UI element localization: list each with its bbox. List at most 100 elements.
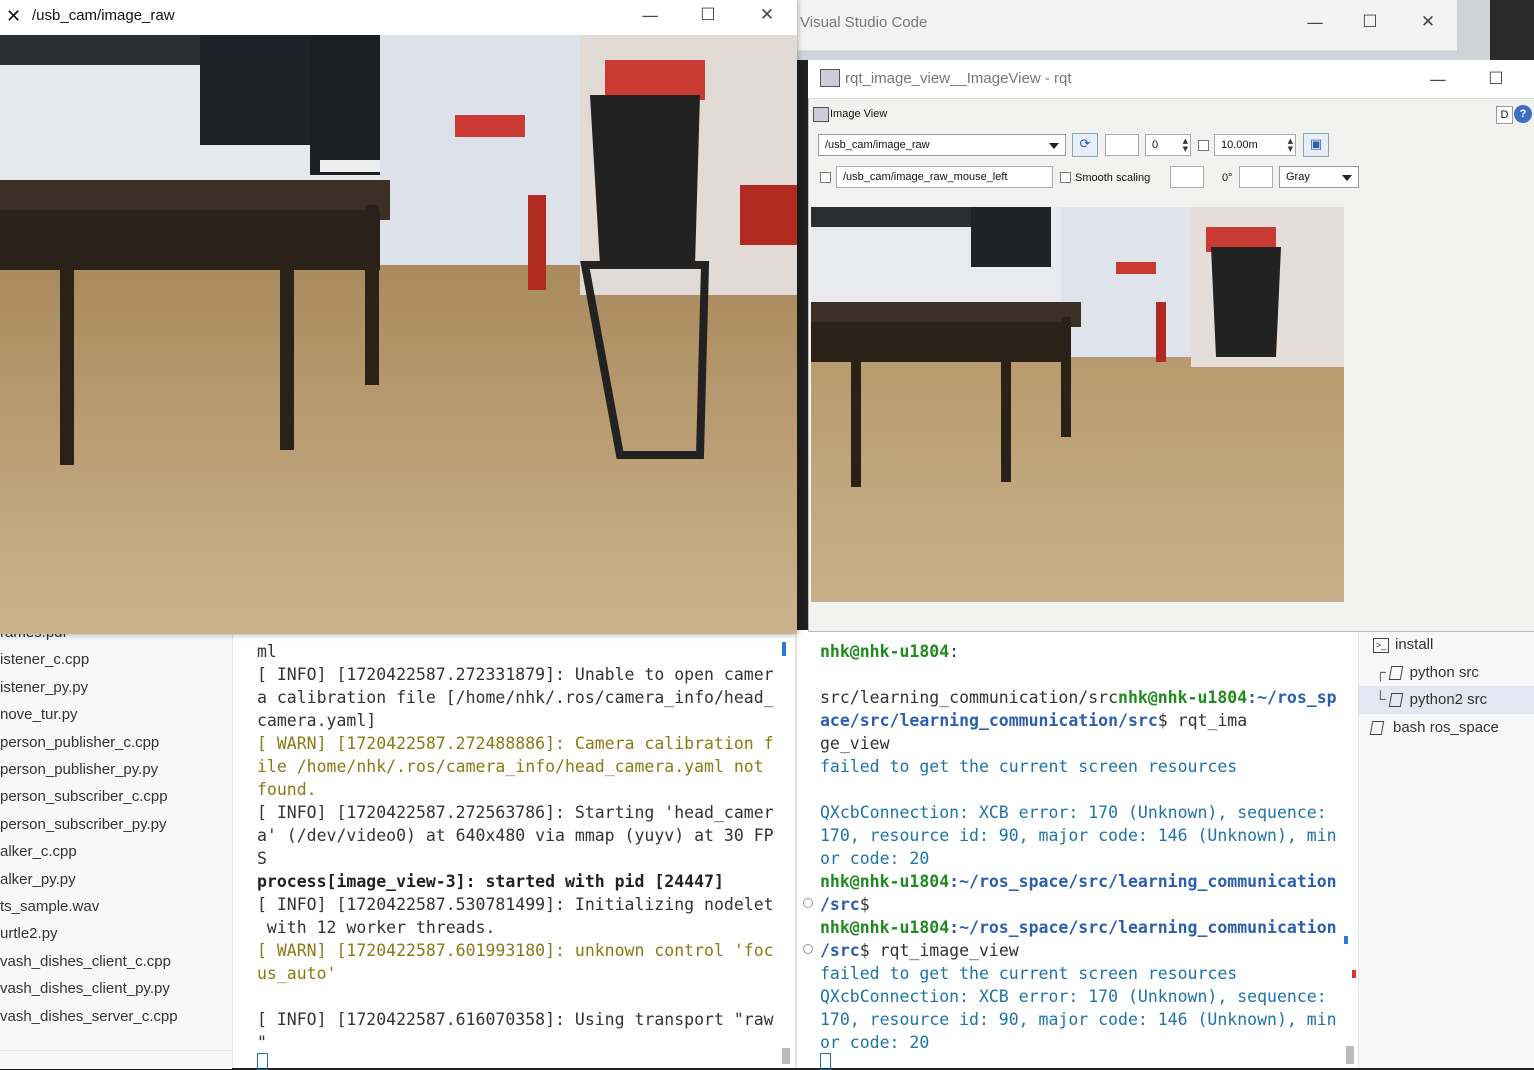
explorer-file-item[interactable]: urtle2.py — [0, 925, 58, 942]
dock-button[interactable]: D — [1496, 106, 1513, 124]
mouse-publish-checkbox[interactable] — [820, 172, 831, 183]
terminal-output-line: [ INFO] [1720422587.272563786]: Starting… — [257, 803, 774, 822]
command-text: $ rqt_image_view — [859, 941, 1019, 960]
refresh-button[interactable]: ⟳ — [1072, 133, 1098, 157]
chevron-down-icon — [1049, 143, 1059, 149]
explorer-file-item[interactable]: vash_dishes_client_c.cpp — [0, 953, 171, 970]
rqt-minimize-button[interactable]: — — [1418, 70, 1458, 90]
terminal-cursor — [257, 1053, 268, 1070]
prompt-path: :~/ros_space/src/learning_communication — [949, 872, 1337, 891]
prompt-sep: : — [949, 642, 960, 661]
terminal-output-line: a calibration file [/home/nhk/.ros/camer… — [257, 688, 774, 707]
output-line: 170, resource id: 90, major code: 146 (U… — [820, 1010, 1337, 1029]
terminal-icon: >_ — [1373, 637, 1389, 653]
decoration-circle-icon — [803, 898, 813, 908]
rqt-maximize-button[interactable]: ☐ — [1476, 69, 1516, 89]
refresh-icon: ⟳ — [1079, 137, 1091, 152]
output-line: failed to get the current screen resourc… — [820, 964, 1238, 983]
rotate-right-button[interactable] — [1239, 166, 1273, 188]
terminal-right-scrollbar[interactable] — [1346, 1046, 1354, 1064]
mouse-topic-value: /usb_cam/image_raw_mouse_left — [843, 171, 1008, 183]
x11-logo-icon: ✕ — [6, 6, 22, 27]
explorer-file-item[interactable]: vash_dishes_server_c.cpp — [0, 1008, 178, 1025]
explorer-file-item[interactable]: person_subscriber_c.cpp — [0, 788, 168, 805]
terminal-output-line: found. — [257, 780, 317, 799]
terminal-output-line: [ WARN] [1720422587.272488886]: Camera c… — [257, 734, 774, 753]
terminal-output-line: with 12 worker threads. — [257, 918, 496, 937]
blank-field[interactable] — [1105, 134, 1139, 156]
cam-minimize-button[interactable]: — — [630, 6, 670, 26]
line-text: src/learning_communication/src — [820, 688, 1119, 707]
rqt-image-display[interactable] — [811, 207, 1344, 602]
terminal-output-line: camera.yaml] — [257, 711, 377, 730]
dynamic-range-checkbox[interactable] — [1198, 140, 1209, 151]
prompt-path: /src — [820, 895, 860, 914]
max-range-value: 10.00m — [1221, 139, 1258, 151]
vscode-minimize-button[interactable]: — — [1295, 13, 1335, 33]
prompt-user: nhk@nhk-u1804 — [1118, 688, 1248, 707]
terminal-item-label: install — [1395, 636, 1434, 653]
save-image-button[interactable]: ▣ — [1303, 133, 1329, 157]
prompt-path: :~/ros_space/src/learning_communication — [949, 918, 1337, 937]
rotate-left-button[interactable] — [1170, 166, 1204, 188]
spin-arrows-icon: ▲ ▼ — [1287, 137, 1293, 153]
chevron-down-icon — [1342, 175, 1352, 181]
cam-window-title: /usb_cam/image_raw — [32, 7, 175, 24]
prompt-user: nhk@nhk-u1804 — [820, 872, 950, 891]
terminal-output-line: [ INFO] [1720422587.530781499]: Initiali… — [257, 895, 774, 914]
explorer-file-item[interactable]: person_publisher_py.py — [0, 761, 158, 778]
tree-branch-icon: └ — [1375, 691, 1386, 708]
explorer-footer — [0, 1050, 232, 1069]
explorer-file-item[interactable]: person_subscriber_py.py — [0, 816, 166, 833]
output-line: QXcbConnection: XCB error: 170 (Unknown)… — [820, 803, 1327, 822]
tree-branch-icon: ┌ — [1375, 664, 1386, 681]
mouse-topic-field[interactable]: /usb_cam/image_raw_mouse_left — [836, 166, 1053, 188]
explorer-file-item[interactable]: vash_dishes_client_py.py — [0, 980, 170, 997]
explorer-file-item[interactable]: istener_py.py — [0, 679, 88, 696]
color-scheme-value: Gray — [1286, 171, 1310, 183]
prompt-user: nhk@nhk-u1804 — [820, 918, 950, 937]
terminal-item-label: bash ros_space — [1393, 719, 1499, 736]
cube-icon — [1388, 666, 1403, 681]
rqt-title: rqt_image_view__ImageView - rqt — [845, 70, 1072, 87]
rqt-app-icon — [820, 69, 840, 87]
cam-image-display[interactable] — [0, 35, 797, 634]
scroll-marker — [1344, 936, 1348, 944]
explorer-file-item[interactable]: ts_sample.wav — [0, 898, 99, 915]
terminal-item-python[interactable]: ┌ python src — [1375, 664, 1479, 681]
terminal-right[interactable]: nhk@nhk-u1804: src/learning_communicatio… — [797, 630, 1358, 1070]
explorer-file-item[interactable]: person_publisher_c.cpp — [0, 734, 159, 751]
prompt-user: nhk@nhk-u1804 — [820, 642, 950, 661]
color-scheme-select[interactable]: Gray — [1279, 166, 1359, 188]
terminal-item-label: python2 src — [1409, 691, 1488, 708]
rotation-value: 0° — [1222, 172, 1233, 184]
save-icon: ▣ — [1309, 137, 1323, 152]
topic-select[interactable]: /usb_cam/image_raw — [818, 134, 1066, 156]
terminal-left[interactable]: ml [ INFO] [1720422587.272331879]: Unable… — [233, 630, 795, 1070]
smooth-scaling-checkbox[interactable] — [1060, 172, 1071, 183]
cam-maximize-button[interactable]: ☐ — [688, 5, 728, 25]
smooth-scaling-label: Smooth scaling — [1075, 172, 1151, 184]
help-button[interactable]: ? — [1514, 105, 1532, 123]
output-line: or code: 20 — [820, 849, 930, 868]
zoom-spinbox[interactable]: 0 ▲ ▼ — [1145, 134, 1191, 156]
camera-frame-image — [0, 35, 797, 634]
plugin-title: Image View — [830, 108, 888, 120]
explorer-file-item[interactable]: istener_c.cpp — [0, 651, 89, 668]
output-line: QXcbConnection: XCB error: 170 (Unknown)… — [820, 987, 1327, 1006]
vscode-close-button[interactable]: ✕ — [1408, 12, 1448, 32]
explorer-file-item[interactable]: alker_py.py — [0, 871, 76, 888]
cam-close-button[interactable]: ✕ — [747, 5, 787, 25]
terminal-item-python2[interactable]: └ python2 src — [1375, 691, 1487, 708]
image-view-icon — [813, 107, 829, 122]
vscode-maximize-button[interactable]: ☐ — [1350, 12, 1390, 32]
cube-icon — [1388, 693, 1403, 708]
explorer-file-item[interactable]: alker_c.cpp — [0, 843, 77, 860]
decoration-circle-icon — [803, 944, 813, 954]
max-range-spinbox[interactable]: 10.00m ▲ ▼ — [1214, 134, 1296, 156]
explorer-file-item[interactable]: nove_tur.py — [0, 706, 78, 723]
terminal-item-bash[interactable]: bash ros_space — [1369, 719, 1499, 736]
terminal-left-scrollbar[interactable] — [782, 1048, 790, 1064]
terminal-item-install[interactable]: >_ install — [1373, 636, 1433, 653]
command-text: ge_view — [820, 734, 890, 753]
